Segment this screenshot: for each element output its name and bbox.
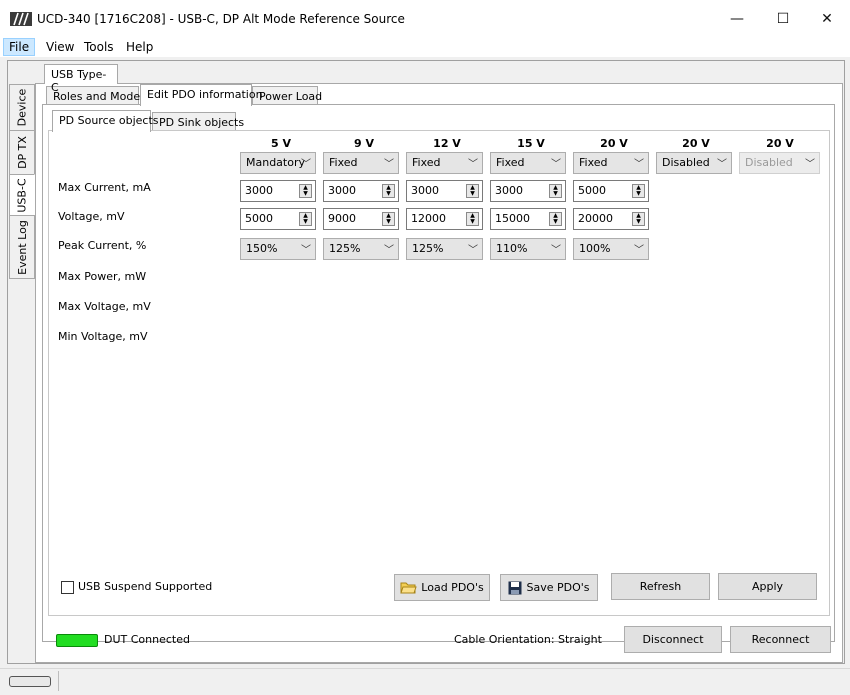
chevron-down-icon: ﹀ (551, 159, 561, 170)
column-header: 20 V (682, 137, 710, 150)
reconnect-button[interactable]: Reconnect (730, 626, 831, 653)
window-title: UCD-340 [1716C208] - USB-C, DP Alt Mode … (37, 12, 405, 26)
column-header: 20 V (600, 137, 628, 150)
column-header: 20 V (766, 137, 794, 150)
pdo-type-select: Disabled ﹀ (739, 152, 820, 174)
tab-pd-sink-objects[interactable]: PD Sink objects (152, 112, 244, 132)
column-header: 12 V (433, 137, 461, 150)
spin-arrows-icon[interactable]: ▲ ▼ (466, 184, 479, 198)
column-header: 15 V (517, 137, 545, 150)
spin-arrows-icon[interactable]: ▲ ▼ (466, 212, 479, 226)
save-pdos-button[interactable]: Save PDO's (500, 574, 598, 601)
side-tab-event-log[interactable]: Event Log (9, 215, 35, 279)
usb-suspend-label: USB Suspend Supported (78, 580, 213, 593)
max-current-input[interactable]: 3000 ▲ ▼ (406, 180, 483, 202)
column-header: 5 V (271, 137, 291, 150)
max-current-input[interactable]: 3000 ▲ ▼ (490, 180, 566, 202)
chevron-down-icon: ﹀ (634, 159, 644, 170)
chevron-down-icon: ﹀ (717, 159, 727, 170)
menu-view[interactable]: View (41, 39, 79, 55)
floppy-disk-icon (508, 581, 522, 594)
status-indicator-icon (9, 676, 51, 687)
chevron-down-icon: ﹀ (634, 245, 644, 256)
label-min-voltage: Min Voltage, mV (58, 330, 148, 343)
chevron-down-icon: ﹀ (468, 245, 478, 256)
pdo-type-select[interactable]: Fixed ﹀ (490, 152, 566, 174)
disconnect-button[interactable]: Disconnect (624, 626, 722, 653)
menu-help[interactable]: Help (121, 39, 158, 55)
pdo-type-select[interactable]: Fixed ﹀ (573, 152, 649, 174)
menu-tools[interactable]: Tools (79, 39, 119, 55)
peak-current-select[interactable]: 125% ﹀ (323, 238, 399, 260)
chevron-down-icon: ﹀ (301, 159, 311, 170)
peak-current-select[interactable]: 100% ﹀ (573, 238, 649, 260)
chevron-down-icon: ﹀ (301, 245, 311, 256)
voltage-input[interactable]: 20000 ▲ ▼ (573, 208, 649, 230)
label-peak-current: Peak Current, % (58, 239, 147, 252)
spin-arrows-icon[interactable]: ▲ ▼ (632, 184, 645, 198)
chevron-down-icon: ﹀ (468, 159, 478, 170)
tab-usb-type-c[interactable]: USB Type-C (44, 64, 118, 94)
tab-edit-pdo-information[interactable]: Edit PDO information (140, 84, 263, 106)
spin-arrows-icon[interactable]: ▲ ▼ (382, 184, 395, 198)
spin-arrows-icon[interactable]: ▲ ▼ (299, 212, 312, 226)
folder-icon (400, 582, 417, 594)
pd-source-objects-panel (48, 130, 830, 616)
side-tab-usb-c[interactable]: USB-C (9, 174, 35, 216)
side-tab-dp-tx[interactable]: DP TX (9, 130, 35, 175)
spin-arrows-icon[interactable]: ▲ ▼ (632, 212, 645, 226)
chevron-down-icon: ﹀ (384, 159, 394, 170)
chevron-down-icon: ﹀ (551, 245, 561, 256)
peak-current-select[interactable]: 125% ﹀ (406, 238, 483, 260)
voltage-input[interactable]: 9000 ▲ ▼ (323, 208, 399, 230)
load-pdos-button[interactable]: Load PDO's (394, 574, 490, 601)
voltage-input[interactable]: 15000 ▲ ▼ (490, 208, 566, 230)
maximize-button[interactable]: ☐ (760, 0, 806, 38)
side-tab-device[interactable]: Device (9, 84, 35, 131)
usb-suspend-checkbox[interactable] (61, 581, 74, 594)
max-current-input[interactable]: 3000 ▲ ▼ (323, 180, 399, 202)
label-voltage: Voltage, mV (58, 210, 125, 223)
label-max-current: Max Current, mA (58, 181, 151, 194)
chevron-down-icon: ﹀ (384, 245, 394, 256)
tab-roles-and-modes[interactable]: Roles and Modes (46, 86, 146, 106)
cable-orientation-text: Cable Orientation: Straight (454, 633, 602, 646)
pdo-type-select[interactable]: Fixed ﹀ (406, 152, 483, 174)
dut-connected-led-icon (56, 634, 98, 647)
pdo-type-select[interactable]: Mandatory ﹀ (240, 152, 316, 174)
column-header: 9 V (354, 137, 374, 150)
close-button[interactable]: ✕ (804, 0, 850, 38)
dut-status-text: DUT Connected (104, 633, 190, 646)
label-max-power: Max Power, mW (58, 270, 147, 283)
menu-file[interactable]: File (3, 38, 36, 56)
label-max-voltage: Max Voltage, mV (58, 300, 151, 313)
spin-arrows-icon[interactable]: ▲ ▼ (549, 212, 562, 226)
peak-current-select[interactable]: 150% ﹀ (240, 238, 316, 260)
spin-arrows-icon[interactable]: ▲ ▼ (382, 212, 395, 226)
voltage-input[interactable]: 12000 ▲ ▼ (406, 208, 483, 230)
voltage-input[interactable]: 5000 ▲ ▼ (240, 208, 316, 230)
pdo-type-select[interactable]: Disabled ﹀ (656, 152, 732, 174)
pdo-type-select[interactable]: Fixed ﹀ (323, 152, 399, 174)
max-current-input[interactable]: 5000 ▲ ▼ (573, 180, 649, 202)
refresh-button[interactable]: Refresh (611, 573, 710, 600)
apply-button[interactable]: Apply (718, 573, 817, 600)
chevron-down-icon: ﹀ (805, 159, 815, 170)
max-current-input[interactable]: 3000 ▲ ▼ (240, 180, 316, 202)
status-bar (0, 668, 850, 695)
app-logo-icon (10, 12, 32, 26)
minimize-button[interactable]: — (714, 0, 760, 38)
status-separator (58, 671, 59, 691)
spin-arrows-icon[interactable]: ▲ ▼ (549, 184, 562, 198)
tab-pd-source-objects[interactable]: PD Source objects (52, 110, 159, 132)
peak-current-select[interactable]: 110% ﹀ (490, 238, 566, 260)
spin-arrows-icon[interactable]: ▲ ▼ (299, 184, 312, 198)
